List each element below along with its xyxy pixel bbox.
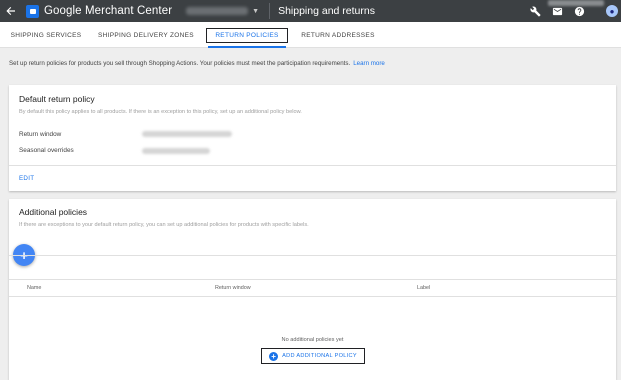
additional-policies-title: Additional policies bbox=[19, 207, 88, 217]
merchant-center-logo-icon bbox=[26, 4, 39, 18]
card-divider bbox=[9, 255, 616, 256]
app-title: Google Merchant Center bbox=[44, 5, 173, 17]
help-icon[interactable] bbox=[568, 0, 590, 22]
column-header-name: Name bbox=[27, 285, 42, 291]
edit-button[interactable]: EDIT bbox=[19, 175, 34, 182]
default-policy-description: By default this policy applies to all pr… bbox=[19, 109, 302, 115]
additional-policies-description: If there are exceptions to your default … bbox=[19, 222, 309, 228]
wrench-icon[interactable] bbox=[524, 0, 546, 22]
tab-shipping-delivery-zones[interactable]: SHIPPING DELIVERY ZONES bbox=[92, 22, 200, 48]
return-window-value-redacted bbox=[142, 131, 232, 137]
return-window-label: Return window bbox=[19, 131, 62, 138]
tab-bar: SHIPPING SERVICES SHIPPING DELIVERY ZONE… bbox=[0, 22, 621, 48]
tab-shipping-services[interactable]: SHIPPING SERVICES bbox=[0, 22, 92, 48]
tab-return-policies[interactable]: RETURN POLICIES bbox=[200, 22, 294, 48]
tab-active-indicator bbox=[208, 46, 286, 48]
tab-label: RETURN POLICIES bbox=[206, 27, 288, 43]
default-policy-title: Default return policy bbox=[19, 94, 95, 104]
additional-policies-card: Additional policies If there are excepti… bbox=[9, 199, 616, 380]
learn-more-link[interactable]: Learn more bbox=[353, 60, 385, 67]
add-additional-policy-button[interactable]: + ADD ADDITIONAL POLICY bbox=[261, 348, 365, 364]
table-top-divider bbox=[9, 279, 616, 280]
intro-text: Set up return policies for products you … bbox=[9, 60, 385, 67]
top-app-bar: Google Merchant Center ▼ Shipping and re… bbox=[0, 0, 621, 22]
mail-icon[interactable] bbox=[546, 0, 568, 22]
avatar[interactable]: ● bbox=[606, 5, 618, 17]
tab-return-addresses[interactable]: RETURN ADDRESSES bbox=[294, 22, 382, 48]
tab-label: RETURN ADDRESSES bbox=[301, 31, 375, 39]
default-return-policy-card: Default return policy By default this po… bbox=[9, 85, 616, 191]
add-additional-policy-label: ADD ADDITIONAL POLICY bbox=[282, 353, 357, 359]
seasonal-overrides-value-redacted bbox=[142, 148, 210, 154]
tab-label: SHIPPING SERVICES bbox=[10, 31, 82, 39]
arrow-back-icon[interactable] bbox=[0, 0, 22, 22]
table-header-divider bbox=[9, 296, 616, 297]
card-divider bbox=[9, 165, 616, 166]
add-circle-icon: + bbox=[269, 351, 279, 361]
column-header-return-window: Return window bbox=[215, 285, 251, 291]
seasonal-overrides-label: Seasonal overrides bbox=[19, 147, 74, 154]
tab-label: SHIPPING DELIVERY ZONES bbox=[98, 31, 194, 39]
intro-body: Set up return policies for products you … bbox=[9, 60, 351, 67]
empty-state-text: No additional policies yet bbox=[281, 337, 344, 343]
account-name-redacted[interactable] bbox=[186, 7, 249, 15]
header-divider bbox=[269, 3, 271, 19]
column-header-label: Label bbox=[417, 285, 431, 291]
caret-down-icon[interactable]: ▼ bbox=[252, 8, 259, 15]
page-title: Shipping and returns bbox=[278, 5, 375, 17]
